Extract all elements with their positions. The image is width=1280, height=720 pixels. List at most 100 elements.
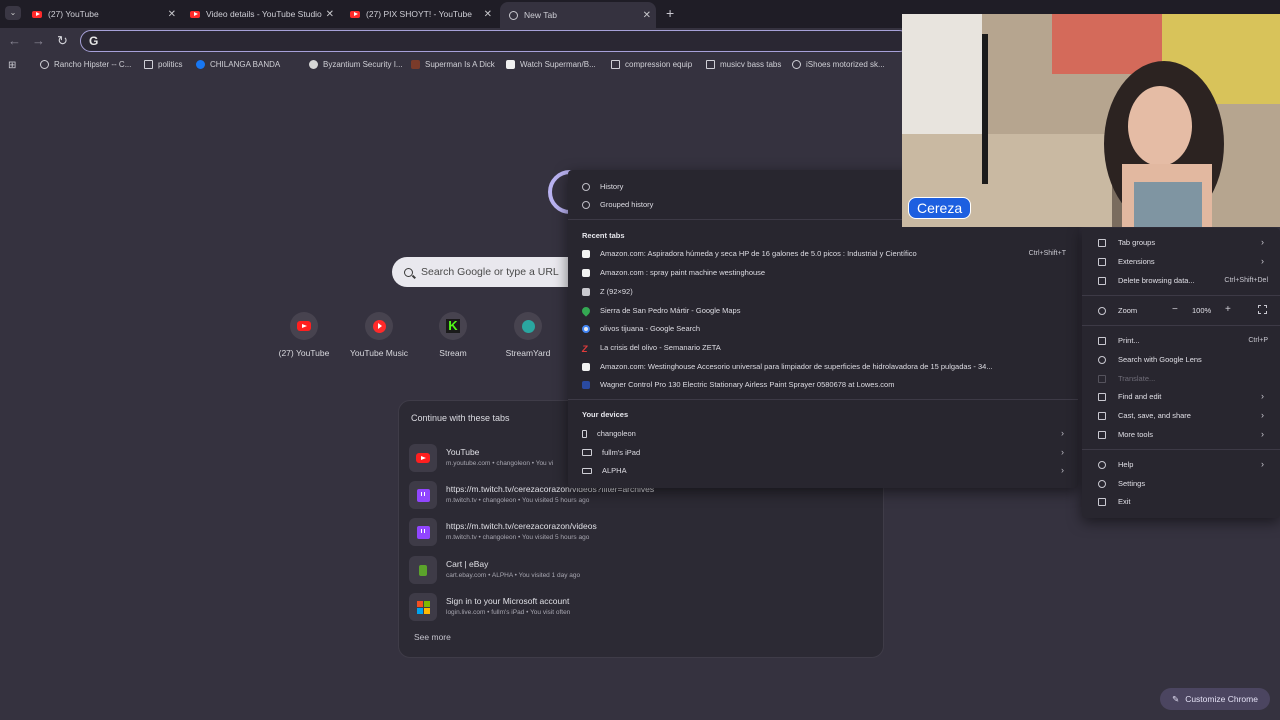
item-subtitle: m.youtube.com • changoleon • You vi xyxy=(446,460,554,467)
back-icon[interactable]: ← xyxy=(8,33,21,48)
bookmark-folder[interactable]: musicv bass tabs xyxy=(706,60,781,69)
menu-label: changoleon xyxy=(597,429,636,438)
menu-item-grouped-history[interactable]: Grouped history xyxy=(582,200,653,209)
streamer-name-tag: Cereza xyxy=(908,197,972,219)
shortcut-icon xyxy=(365,312,393,340)
menu-label: Amazon.com: Westinghouse Accesorio unive… xyxy=(600,362,993,371)
bookmark-item[interactable]: Superman Is A Dick xyxy=(411,60,495,69)
menu-item-delete-browsing-data[interactable]: Delete browsing data... xyxy=(1098,276,1195,285)
item-title: YouTube xyxy=(446,447,480,457)
google-icon xyxy=(582,324,590,333)
divider xyxy=(568,399,1078,400)
menu-item-history[interactable]: History xyxy=(582,182,623,191)
bookmark-folder[interactable]: politics xyxy=(144,60,182,69)
recent-tab-item[interactable]: Z (92×92) xyxy=(582,287,633,296)
shortcut-streamyard[interactable]: StreamYard xyxy=(490,312,566,358)
recent-tab-item[interactable]: Wagner Control Pro 130 Electric Stationa… xyxy=(582,380,894,389)
tab-title: Video details - YouTube Studio xyxy=(206,9,322,19)
chevron-right-icon: › xyxy=(1061,428,1064,438)
menu-label: olivos tijuana - Google Search xyxy=(600,324,701,333)
bookmark-item[interactable]: Byzantium Security I... xyxy=(309,60,403,69)
reload-icon[interactable]: ↻ xyxy=(57,33,68,49)
bookmark-item[interactable]: Rancho Hipster -- C... xyxy=(40,60,131,69)
chevron-right-icon: › xyxy=(1061,447,1064,457)
tab-search-button[interactable]: ⌄ xyxy=(5,6,21,20)
device-item[interactable]: fullm's iPad xyxy=(582,448,640,457)
bookmark-item[interactable]: Watch Superman/B... xyxy=(506,60,596,69)
apps-grid-icon[interactable]: ⊞ xyxy=(8,60,16,71)
device-item[interactable]: ALPHA xyxy=(582,466,627,475)
chevron-right-icon: › xyxy=(1261,429,1264,439)
tab-new-tab[interactable]: New Tab ✕ xyxy=(500,2,656,28)
close-icon[interactable]: ✕ xyxy=(326,9,334,20)
favicon xyxy=(409,593,437,621)
new-tab-button[interactable]: + xyxy=(666,5,674,21)
tab-pix-shoyt[interactable]: (27) PIX SHOYT! - YouTube ✕ xyxy=(350,3,492,25)
tab-youtube[interactable]: (27) YouTube ✕ xyxy=(32,3,176,25)
item-subtitle: cart.ebay.com • ALPHA • You visited 1 da… xyxy=(446,572,581,579)
folder-icon xyxy=(144,60,153,69)
shortcut-youtube-music[interactable]: YouTube Music xyxy=(341,312,417,358)
see-more-link[interactable]: See more xyxy=(414,632,451,642)
shortcut-hint: Ctrl+Shift+Del xyxy=(1224,277,1268,284)
recent-tab-item[interactable]: Amazon.com : spray paint machine westing… xyxy=(582,268,765,277)
bookmark-label: compression equip xyxy=(625,60,693,69)
shortcut-stream[interactable]: K Stream xyxy=(415,312,491,358)
omnibox[interactable]: G xyxy=(80,30,910,52)
search-placeholder: Search Google or type a URL xyxy=(421,266,559,278)
menu-label: Z (92×92) xyxy=(600,287,633,296)
menu-item-cast-save-share[interactable]: Cast, save, and share xyxy=(1098,411,1191,420)
cast-icon xyxy=(1098,411,1106,420)
wordpress-icon xyxy=(309,60,318,69)
list-item[interactable]: https://m.twitch.tv/cerezacorazon/videos… xyxy=(409,515,871,549)
tab-youtube-studio[interactable]: Video details - YouTube Studio ✕ xyxy=(190,3,334,25)
menu-label: Exit xyxy=(1118,497,1131,506)
kick-icon: K xyxy=(446,319,460,333)
list-item[interactable]: Cart | eBay cart.ebay.com • ALPHA • You … xyxy=(409,553,871,587)
divider xyxy=(1082,449,1280,450)
menu-item-extensions[interactable]: Extensions xyxy=(1098,257,1155,266)
amazon-icon xyxy=(582,362,590,371)
print-icon xyxy=(1098,336,1106,345)
menu-item-find-and-edit[interactable]: Find and edit xyxy=(1098,392,1161,401)
customize-chrome-button[interactable]: ✎ Customize Chrome xyxy=(1160,688,1270,710)
card-title: Continue with these tabs xyxy=(411,413,510,423)
chevron-right-icon: › xyxy=(1261,391,1264,401)
recent-tab-item[interactable]: Amazon.com: Aspiradora húmeda y seca HP … xyxy=(582,249,917,258)
image-icon xyxy=(411,60,420,69)
zoom-out-button[interactable]: − xyxy=(1172,304,1178,315)
bookmark-item[interactable]: iShoes motorized sk... xyxy=(792,60,885,69)
close-icon[interactable]: ✕ xyxy=(484,9,492,20)
recent-tab-item[interactable]: Sierra de San Pedro Mártir - Google Maps xyxy=(580,304,740,317)
your-devices-heading: Your devices xyxy=(582,410,629,419)
menu-item-help[interactable]: Help xyxy=(1098,460,1133,469)
zoom-in-button[interactable]: + xyxy=(1225,304,1231,315)
shortcut-icon: K xyxy=(439,312,467,340)
menu-item-google-lens[interactable]: Search with Google Lens xyxy=(1098,355,1202,364)
menu-item-more-tools[interactable]: More tools xyxy=(1098,430,1153,439)
menu-label: Extensions xyxy=(1118,257,1155,266)
device-item[interactable]: changoleon xyxy=(582,429,636,438)
recent-tab-item[interactable]: Z La crisis del olivo - Semanario ZETA xyxy=(582,343,721,354)
ntp-search-box[interactable]: Search Google or type a URL xyxy=(392,257,592,287)
close-icon[interactable]: ✕ xyxy=(168,9,176,20)
recent-tab-item[interactable]: Amazon.com: Westinghouse Accesorio unive… xyxy=(582,362,993,371)
menu-item-settings[interactable]: Settings xyxy=(1098,479,1145,488)
shortcut-label: Stream xyxy=(439,348,467,358)
tab-groups-icon xyxy=(1098,238,1106,247)
recent-tab-item[interactable]: olivos tijuana - Google Search xyxy=(582,324,700,333)
list-item[interactable]: Sign in to your Microsoft account login.… xyxy=(409,590,871,624)
forward-icon[interactable]: → xyxy=(32,33,45,48)
close-icon[interactable]: ✕ xyxy=(643,10,651,21)
chevron-right-icon: › xyxy=(1261,459,1264,469)
menu-item-print[interactable]: Print... xyxy=(1098,336,1140,345)
history-icon xyxy=(582,182,590,191)
shortcut-youtube[interactable]: (27) YouTube xyxy=(266,312,342,358)
bookmark-item[interactable]: CHILANGA BANDA xyxy=(196,60,280,69)
item-title: https://m.twitch.tv/cerezacorazon/videos xyxy=(446,521,597,531)
bookmark-folder[interactable]: compression equip xyxy=(611,60,692,69)
fullscreen-icon[interactable] xyxy=(1258,305,1267,314)
zoom-level: 100% xyxy=(1192,306,1212,315)
menu-item-exit[interactable]: Exit xyxy=(1098,497,1131,506)
menu-item-tab-groups[interactable]: Tab groups xyxy=(1098,238,1155,247)
